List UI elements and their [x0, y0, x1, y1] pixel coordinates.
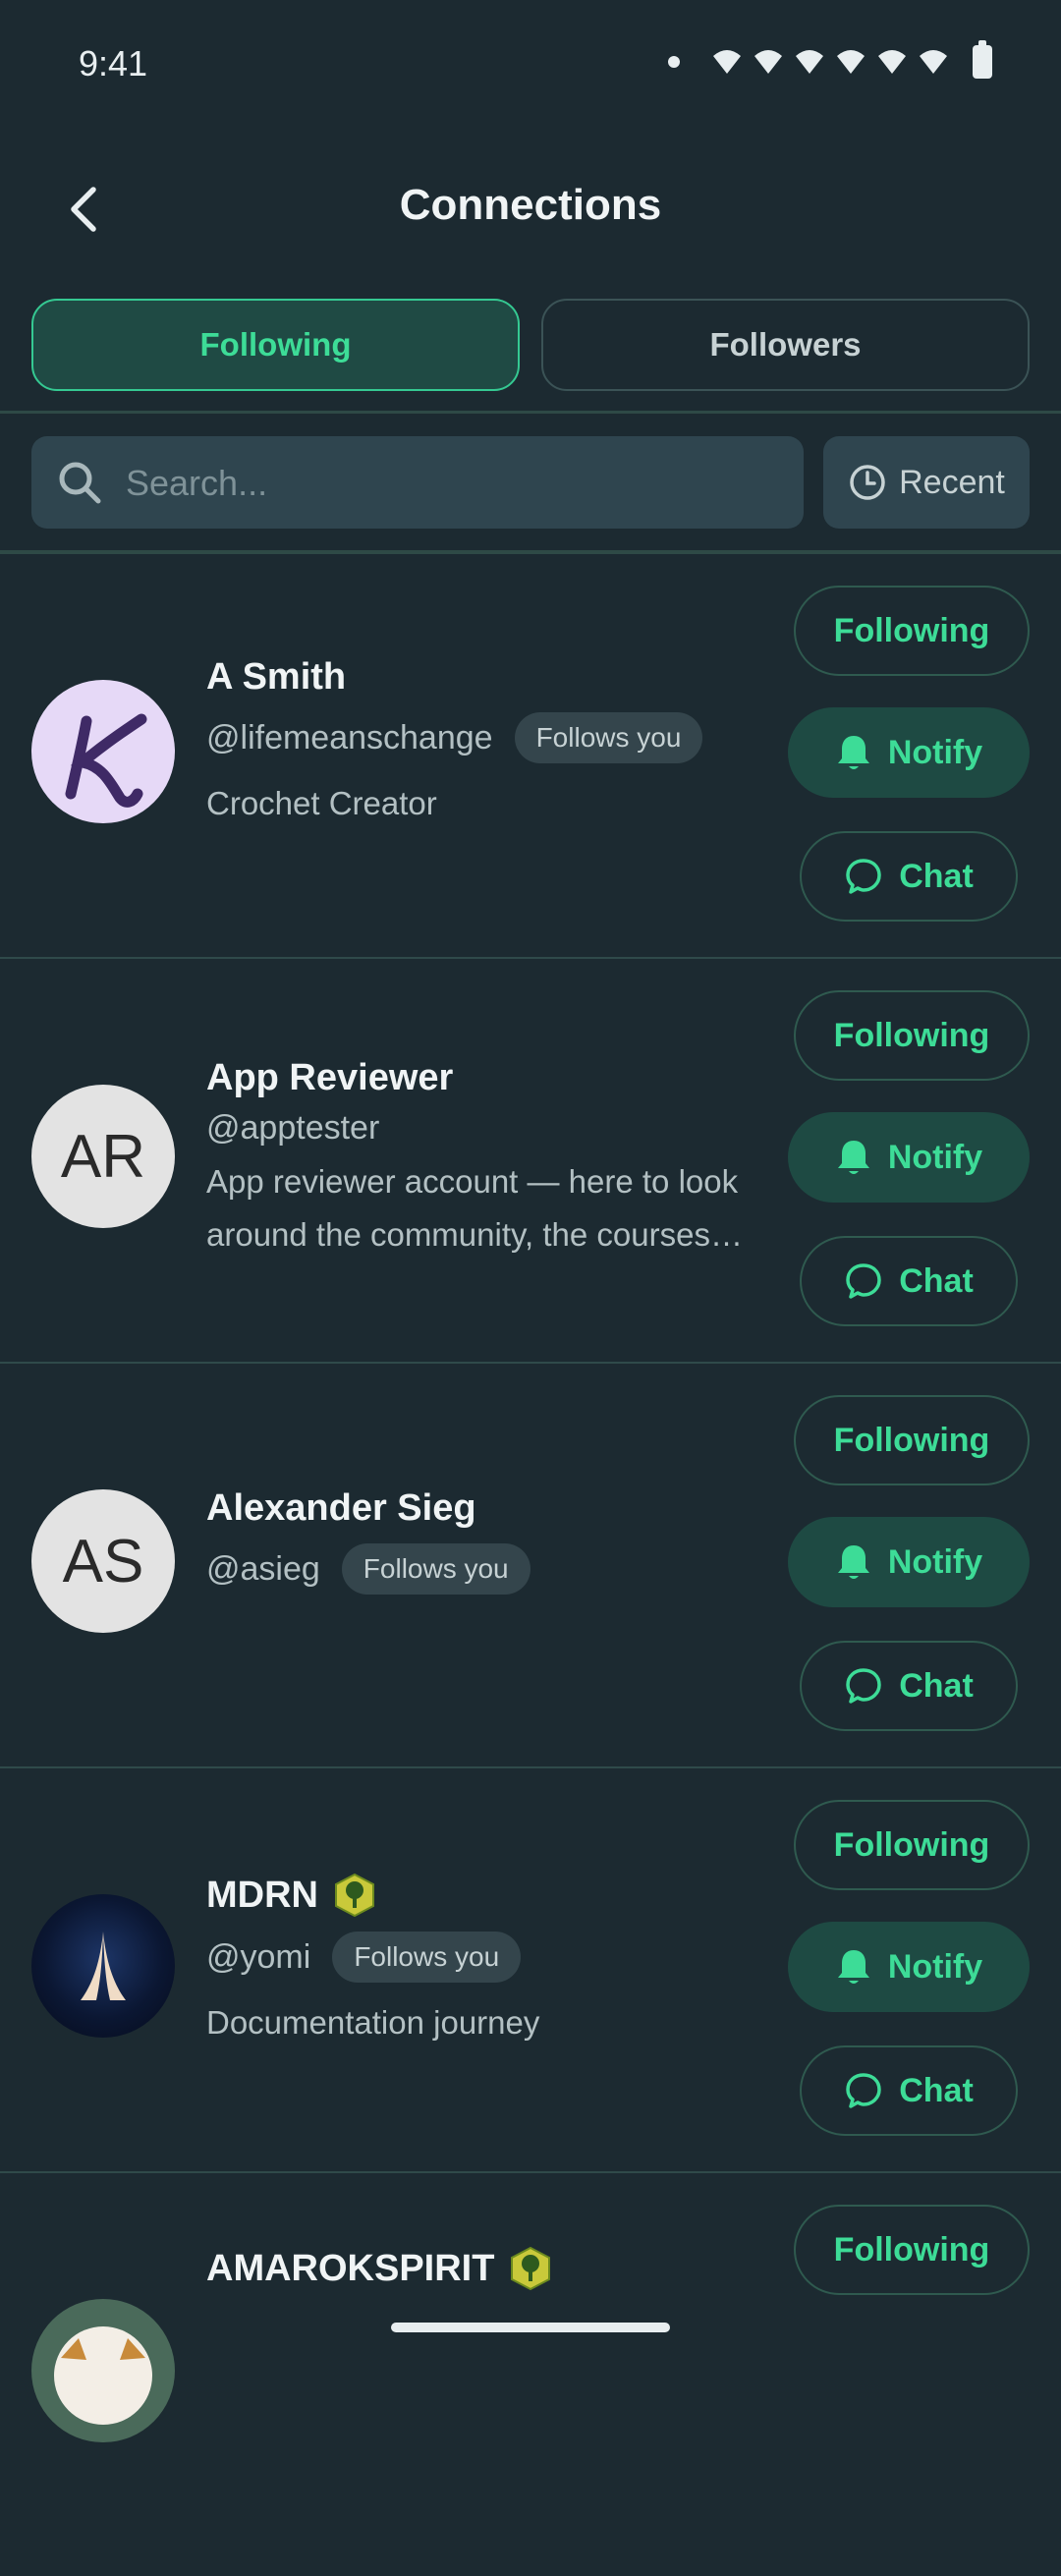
- avatar[interactable]: [31, 680, 175, 823]
- tab-following[interactable]: Following: [31, 299, 520, 391]
- list-item: A Smith @lifemeanschange Follows you Cro…: [0, 554, 1061, 959]
- user-handle: @yomi: [206, 1937, 311, 1976]
- bell-icon: [837, 736, 869, 769]
- search-icon: [59, 462, 101, 504]
- chat-button[interactable]: Chat: [800, 1641, 1018, 1731]
- tab-bar: Following Followers: [31, 299, 1030, 391]
- user-handle: @apptester: [206, 1109, 380, 1147]
- sort-recent-button[interactable]: Recent: [823, 436, 1030, 529]
- avatar[interactable]: AS: [31, 1489, 175, 1633]
- list-item: AS Alexander Sieg @asieg Follows you Fol…: [0, 1364, 1061, 1768]
- user-name: MDRN: [206, 1873, 776, 1918]
- search-input[interactable]: [124, 436, 776, 531]
- chat-button[interactable]: Chat: [800, 2045, 1018, 2136]
- follows-you-badge: Follows you: [514, 712, 703, 763]
- tree-badge-icon: [511, 2246, 551, 2291]
- avatar[interactable]: [31, 1894, 175, 2038]
- notify-button[interactable]: Notify: [788, 707, 1030, 798]
- list-item: MDRN @yomi Follows you Documentation jou…: [0, 1768, 1061, 2173]
- chat-bubble-icon: [846, 1263, 881, 1299]
- avatar[interactable]: AR: [31, 1085, 175, 1228]
- notification-dot-icon: [668, 56, 680, 68]
- user-info: AMAROKSPIRIT: [206, 2246, 776, 2291]
- user-info: A Smith @lifemeanschange Follows you Cro…: [206, 656, 776, 830]
- user-bio: Crochet Creator: [206, 785, 437, 821]
- status-icons: [668, 40, 992, 79]
- handle-row: @asieg Follows you: [206, 1543, 776, 1595]
- page-title: Connections: [399, 181, 662, 229]
- notify-button[interactable]: Notify: [788, 1922, 1030, 2012]
- follows-you-badge: Follows you: [341, 1543, 530, 1595]
- user-name: App Reviewer: [206, 1057, 454, 1098]
- chat-bubble-icon: [846, 1668, 881, 1704]
- user-bio: App reviewer account — here to look arou…: [206, 1163, 743, 1253]
- status-time: 9:41: [79, 43, 148, 84]
- user-info: Alexander Sieg @asieg Follows you: [206, 1487, 776, 1595]
- battery-icon: [973, 40, 992, 79]
- wolf-avatar-icon: [54, 2326, 152, 2425]
- mdrn-logo-icon: [81, 1932, 126, 2000]
- user-handle: @asieg: [206, 1549, 320, 1588]
- avatar[interactable]: [31, 2299, 175, 2442]
- user-handle: @lifemeanschange: [206, 718, 493, 756]
- wifi-icon: [920, 50, 947, 74]
- chat-button[interactable]: Chat: [800, 1236, 1018, 1326]
- user-info: App Reviewer @apptester App reviewer acc…: [206, 1057, 776, 1261]
- tree-badge-icon: [334, 1873, 374, 1918]
- handle-row: @apptester: [206, 1109, 776, 1148]
- wifi-icon: [837, 50, 865, 74]
- wifi-icon: [796, 50, 823, 74]
- chat-bubble-icon: [846, 2073, 881, 2108]
- notify-label: Notify: [887, 1138, 983, 1176]
- clock-icon: [850, 465, 885, 500]
- search-box[interactable]: [31, 436, 804, 531]
- header: Connections: [0, 157, 1061, 255]
- user-bio: Documentation journey: [206, 2004, 540, 2041]
- connections-list: A Smith @lifemeanschange Follows you Cro…: [0, 554, 1061, 2576]
- status-bar: 9:41: [0, 0, 1061, 138]
- following-button[interactable]: Following: [794, 1800, 1030, 1890]
- wifi-icon: [713, 50, 741, 74]
- chat-label: Chat: [899, 857, 974, 895]
- user-name: AMAROKSPIRIT: [206, 2246, 776, 2291]
- following-button[interactable]: Following: [794, 1395, 1030, 1485]
- follows-you-badge: Follows you: [332, 1932, 522, 1983]
- search-row: Recent: [31, 436, 1030, 531]
- list-item: AR App Reviewer @apptester App reviewer …: [0, 959, 1061, 1364]
- divider: [0, 411, 1061, 414]
- user-name: A Smith: [206, 656, 347, 698]
- home-indicator[interactable]: [391, 2323, 670, 2332]
- wifi-icon: [878, 50, 906, 74]
- chat-label: Chat: [899, 1666, 974, 1705]
- user-info: MDRN @yomi Follows you Documentation jou…: [206, 1873, 776, 2049]
- sort-label: Recent: [899, 463, 1005, 501]
- wifi-icon: [754, 50, 782, 74]
- tab-followers[interactable]: Followers: [541, 299, 1030, 391]
- notify-button[interactable]: Notify: [788, 1112, 1030, 1203]
- notify-button[interactable]: Notify: [788, 1517, 1030, 1607]
- list-item: AMAROKSPIRIT Following: [0, 2173, 1061, 2576]
- bell-icon: [837, 1141, 869, 1174]
- chat-button[interactable]: Chat: [800, 831, 1018, 922]
- notify-label: Notify: [887, 733, 983, 771]
- bell-icon: [837, 1950, 869, 1984]
- notify-label: Notify: [887, 1542, 983, 1581]
- following-button[interactable]: Following: [794, 2205, 1030, 2295]
- chat-label: Chat: [899, 1261, 974, 1300]
- k-letter-logo-icon: [65, 713, 147, 808]
- handle-row: @yomi Follows you: [206, 1932, 776, 1983]
- following-button[interactable]: Following: [794, 586, 1030, 676]
- bell-icon: [837, 1545, 869, 1579]
- following-button[interactable]: Following: [794, 990, 1030, 1081]
- user-name: Alexander Sieg: [206, 1487, 476, 1529]
- chat-bubble-icon: [846, 859, 881, 894]
- notify-label: Notify: [887, 1947, 983, 1986]
- chat-label: Chat: [899, 2071, 974, 2109]
- handle-row: @lifemeanschange Follows you: [206, 712, 776, 763]
